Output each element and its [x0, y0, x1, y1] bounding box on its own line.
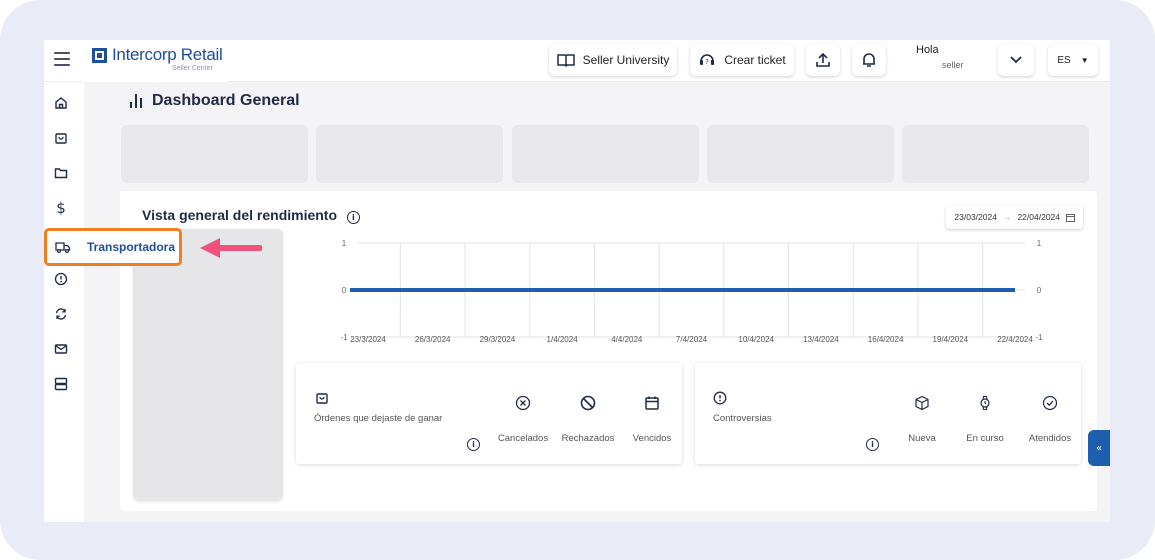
performance-panel: Vista general del rendimiento i 23/03/20…	[120, 191, 1097, 511]
vencidos-label: Vencidos	[632, 433, 672, 444]
vencidos-col[interactable]: Vencidos	[622, 363, 682, 464]
dollar-icon[interactable]: $	[53, 199, 69, 217]
y-tick-label-right: -1	[1035, 333, 1043, 342]
server-icon[interactable]	[53, 376, 69, 392]
controversias-card: Controversias i Nueva En curso Atendidos	[695, 363, 1081, 464]
greeting: Hola	[916, 44, 939, 56]
x-tick-label: 1/4/2024	[547, 335, 579, 344]
kpi-card-3	[512, 125, 699, 183]
x-circle-icon	[515, 395, 531, 411]
book-icon	[556, 54, 575, 67]
y-tick-label-left: -1	[340, 333, 348, 342]
user-menu-button[interactable]	[998, 44, 1034, 76]
logo[interactable]: Intercorp Retail Seller Center	[82, 40, 252, 82]
mail-icon[interactable]	[53, 341, 69, 357]
page-title: Dashboard General	[130, 92, 300, 110]
sidebar	[44, 82, 84, 522]
atendidos-col[interactable]: Atendidos	[1019, 363, 1081, 464]
transportadora-label: Transportadora	[87, 240, 176, 254]
kpi-card-2	[316, 125, 503, 183]
top-bar: Intercorp Retail Seller Center Seller Un…	[44, 40, 1110, 82]
atendidos-label: Atendidos	[1028, 433, 1072, 444]
x-tick-label: 26/3/2024	[415, 335, 451, 344]
rechazados-label: Rechazados	[561, 433, 615, 444]
brand-name: Intercorp Retail	[112, 45, 223, 64]
refresh-icon[interactable]	[53, 306, 69, 322]
folder-icon[interactable]	[53, 165, 69, 181]
crear-ticket-button[interactable]: ? Crear ticket	[690, 44, 794, 76]
y-tick-label-right: 1	[1037, 239, 1042, 248]
alert-circle-icon[interactable]	[53, 271, 69, 287]
x-tick-label: 16/4/2024	[868, 335, 904, 344]
box-icon	[915, 395, 929, 411]
language-label: ES	[1057, 54, 1071, 66]
ban-icon	[580, 395, 596, 411]
watch-icon	[980, 395, 990, 411]
y-tick-label-right: 0	[1037, 286, 1042, 295]
upload-icon	[816, 52, 830, 67]
menu-icon[interactable]	[54, 52, 70, 66]
kpi-card-1	[121, 125, 308, 183]
y-tick-label-left: 1	[342, 239, 347, 248]
home-icon[interactable]	[53, 95, 69, 111]
cancelados-label: Cancelados	[497, 433, 549, 444]
logo-mark	[92, 48, 107, 63]
x-tick-label: 7/4/2024	[676, 335, 708, 344]
orders-label: Órdenes que dejaste de ganar	[314, 413, 443, 424]
nueva-label: Nueva	[908, 433, 936, 444]
y-tick-label-left: 0	[342, 286, 347, 295]
x-tick-label: 22/4/2024	[997, 335, 1033, 344]
kpi-card-5	[902, 125, 1089, 183]
shopping-bag-icon	[316, 393, 328, 404]
check-circle-icon	[1042, 395, 1058, 411]
app-screen: Intercorp Retail Seller Center Seller Un…	[44, 40, 1110, 522]
notifications-button[interactable]	[852, 44, 886, 76]
nueva-col[interactable]: Nueva	[891, 363, 953, 464]
caret-down-icon: ▼	[1080, 55, 1089, 65]
en-curso-label: En curso	[966, 433, 1004, 444]
crear-ticket-label: Crear ticket	[724, 53, 786, 67]
svg-text:?: ?	[705, 58, 709, 66]
rechazados-col[interactable]: Rechazados	[556, 363, 620, 464]
x-tick-label: 23/3/2024	[350, 335, 386, 344]
kpi-card-4	[707, 125, 894, 183]
info-icon[interactable]: i	[866, 438, 879, 451]
sidebar-item-transportadora[interactable]: Transportadora	[44, 228, 182, 266]
x-tick-label: 19/4/2024	[933, 335, 969, 344]
x-tick-label: 4/4/2024	[611, 335, 643, 344]
controversias-label: Controversias	[713, 413, 772, 424]
cancelados-col[interactable]: Cancelados	[492, 363, 554, 464]
calendar-icon	[645, 396, 659, 410]
performance-chart: 1 10 0-1 -123/3/2024 26/3/2024 29/3/2024 1/4/2…	[340, 239, 1043, 344]
language-select[interactable]: ES ▼	[1048, 44, 1098, 76]
pointer-arrow-icon	[200, 238, 262, 258]
bell-icon	[863, 53, 875, 67]
page-title-text: Dashboard General	[152, 92, 300, 109]
chevron-down-icon	[1010, 56, 1022, 64]
collapse-panel-button[interactable]: «	[1088, 430, 1110, 466]
orders-card: Órdenes que dejaste de ganar i Cancelado…	[296, 363, 682, 464]
x-tick-label: 29/3/2024	[480, 335, 516, 344]
headset-icon: ?	[700, 54, 715, 66]
seller-university-label: Seller University	[582, 53, 670, 67]
alert-circle-icon	[713, 391, 727, 405]
bar-chart-icon	[130, 94, 142, 108]
upload-button[interactable]	[806, 44, 840, 76]
truck-icon	[55, 242, 71, 254]
chevrons-left-icon: «	[1095, 442, 1103, 454]
info-icon[interactable]: i	[467, 438, 480, 451]
x-tick-label: 10/4/2024	[738, 335, 774, 344]
x-tick-label: 13/4/2024	[803, 335, 839, 344]
seller-university-button[interactable]: Seller University	[549, 44, 677, 76]
brand-sub: Seller Center	[172, 65, 213, 72]
shopping-bag-icon[interactable]	[53, 130, 69, 146]
user-name: seller	[942, 60, 964, 70]
en-curso-col[interactable]: En curso	[953, 363, 1017, 464]
